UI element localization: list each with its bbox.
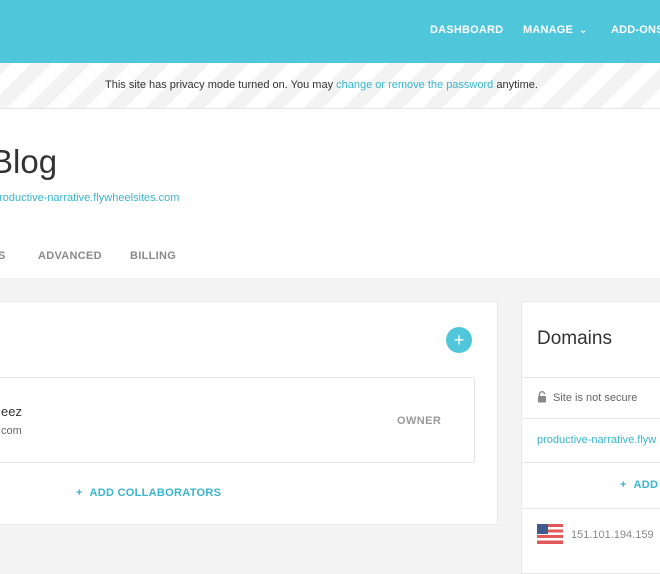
chevron-down-icon: ⌄ (579, 25, 588, 36)
divider (521, 462, 660, 463)
privacy-message: This site has privacy mode turned on. Yo… (105, 79, 538, 91)
add-collaborators-link[interactable]: + ADD COLLABORATORS (76, 487, 221, 499)
nav-manage[interactable]: MANAGE ⌄ (523, 24, 588, 36)
nav-dashboard[interactable]: DASHBOARD (430, 24, 503, 36)
nav-manage-label: MANAGE (523, 24, 574, 36)
privacy-text-before: This site has privacy mode turned on. Yo… (105, 79, 337, 91)
plus-icon: + (76, 487, 83, 499)
domain-link[interactable]: productive-narrative.flyw (537, 434, 656, 446)
change-password-link[interactable]: change or remove the password (336, 79, 493, 91)
collaborator-row: eez com OWNER (0, 377, 475, 463)
add-domain-link[interactable]: + ADD (620, 479, 658, 491)
tab-advanced[interactable]: ADVANCED (38, 250, 102, 262)
nav-addons[interactable]: ADD-ONS (611, 24, 660, 36)
ip-address: 151.101.194.159 (571, 529, 654, 541)
ip-address-row: 151.101.194.159 (537, 524, 654, 544)
site-subdomain-text: productive-narrative.flywheelsites.com (0, 192, 180, 204)
security-status: Site is not secure (537, 391, 637, 404)
collaborator-name: eez (1, 404, 22, 419)
add-collaborators-label: ADD COLLABORATORS (89, 487, 222, 499)
site-header: Blog productive-narrative.flywheelsites.… (0, 109, 660, 278)
tab-partial[interactable]: S (0, 250, 6, 262)
plus-icon: + (620, 479, 627, 491)
us-flag-icon (537, 524, 563, 544)
privacy-banner: This site has privacy mode turned on. Yo… (0, 63, 660, 109)
collaborator-role: OWNER (397, 415, 442, 427)
domains-title: Domains (537, 328, 612, 349)
divider (521, 418, 660, 419)
collaborator-email: com (1, 425, 22, 437)
lock-icon (538, 391, 546, 403)
add-domain-label: ADD (633, 479, 659, 491)
top-nav-bar: DASHBOARD MANAGE ⌄ ADD-ONS (0, 0, 660, 63)
divider (521, 508, 660, 509)
divider (521, 377, 660, 378)
page-title: Blog (0, 143, 58, 180)
site-subdomain-link[interactable]: productive-narrative.flywheelsites.com (0, 192, 179, 204)
security-status-text: Site is not secure (553, 392, 638, 404)
tab-billing[interactable]: BILLING (130, 250, 176, 262)
plus-icon: + (453, 330, 465, 350)
add-collaborator-button[interactable]: + (446, 327, 472, 353)
privacy-text-after: anytime. (493, 79, 538, 91)
